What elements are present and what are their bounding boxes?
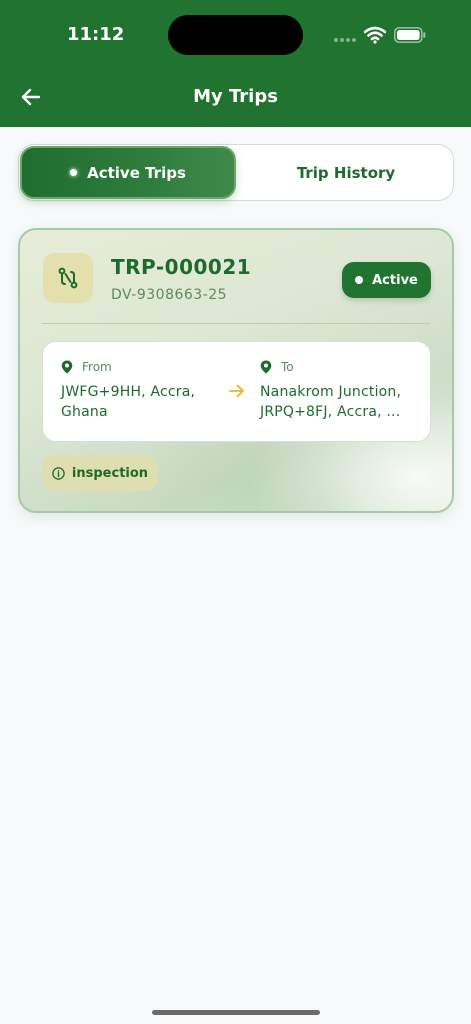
to-address: Nanakrom Junction, JRPQ+8FJ, Accra, ... bbox=[260, 384, 402, 420]
cellular-signal-icon bbox=[334, 38, 356, 42]
route-icon-badge bbox=[43, 253, 93, 303]
from-label: From bbox=[82, 360, 112, 374]
map-pin-icon bbox=[61, 360, 73, 374]
tab-label: Trip History bbox=[296, 163, 396, 182]
route-icon bbox=[58, 267, 78, 289]
tab-label: Active Trips bbox=[87, 163, 186, 182]
arrow-right-icon bbox=[229, 384, 244, 398]
route-from: From JWFG+9HH, Accra, Ghana bbox=[61, 360, 221, 422]
route-details: From JWFG+9HH, Accra, Ghana To Nanakrom … bbox=[42, 341, 431, 442]
from-address: JWFG+9HH, Accra, Ghana bbox=[61, 384, 196, 420]
trip-card[interactable]: TRP-000021 DV-9308663-25 Active From JWF… bbox=[18, 228, 454, 513]
tab-trip-history[interactable]: Trip History bbox=[241, 146, 451, 199]
tab-active-trips[interactable]: Active Trips bbox=[20, 146, 236, 199]
active-indicator-dot bbox=[70, 169, 78, 176]
trip-id: TRP-000021 bbox=[111, 255, 252, 279]
wifi-icon bbox=[364, 26, 386, 44]
app-header: 11:12 My Trips bbox=[0, 0, 471, 127]
trip-tabs: Active Trips Trip History bbox=[18, 144, 454, 201]
status-dot bbox=[355, 276, 364, 284]
battery-icon bbox=[394, 27, 426, 43]
to-label: To bbox=[281, 360, 294, 374]
tag-label: inspection bbox=[71, 465, 149, 481]
route-to: To Nanakrom Junction, JRPQ+8FJ, Accra, .… bbox=[260, 360, 420, 422]
map-pin-icon bbox=[260, 360, 272, 374]
vehicle-number: DV-9308663-25 bbox=[111, 287, 228, 303]
page-title: My Trips bbox=[193, 86, 278, 107]
home-indicator[interactable] bbox=[152, 1010, 320, 1015]
info-icon bbox=[52, 466, 65, 480]
status-badge: Active bbox=[342, 262, 431, 298]
divider bbox=[42, 323, 430, 324]
dynamic-island bbox=[168, 15, 303, 55]
trip-type-tag: inspection bbox=[42, 455, 158, 491]
status-label: Active bbox=[372, 272, 418, 288]
status-time: 11:12 bbox=[67, 24, 125, 45]
